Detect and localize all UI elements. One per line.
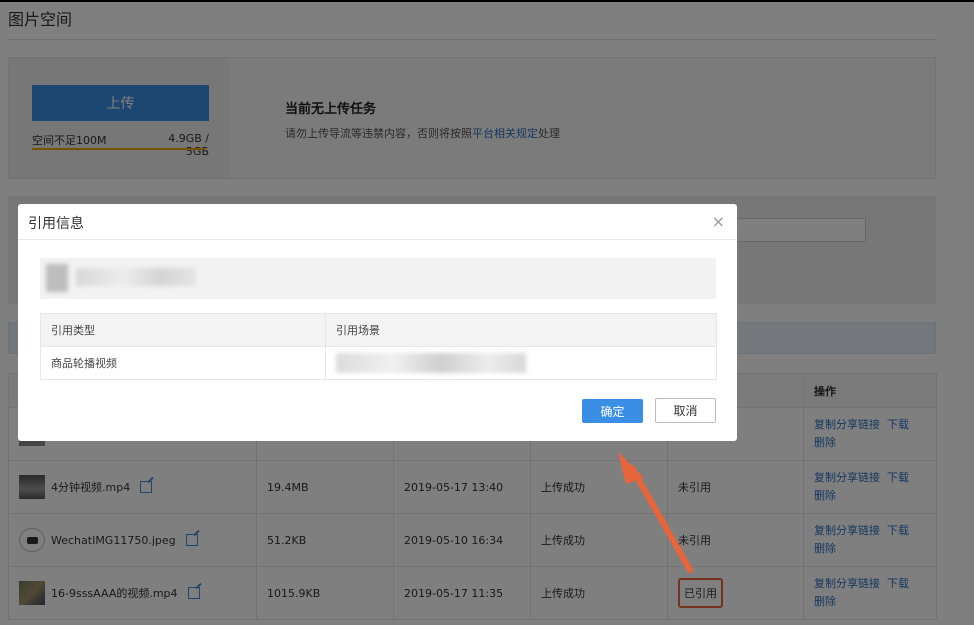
annotation-arrow	[618, 452, 693, 573]
arrow-shaft	[629, 465, 693, 573]
arrow-head	[618, 452, 644, 484]
